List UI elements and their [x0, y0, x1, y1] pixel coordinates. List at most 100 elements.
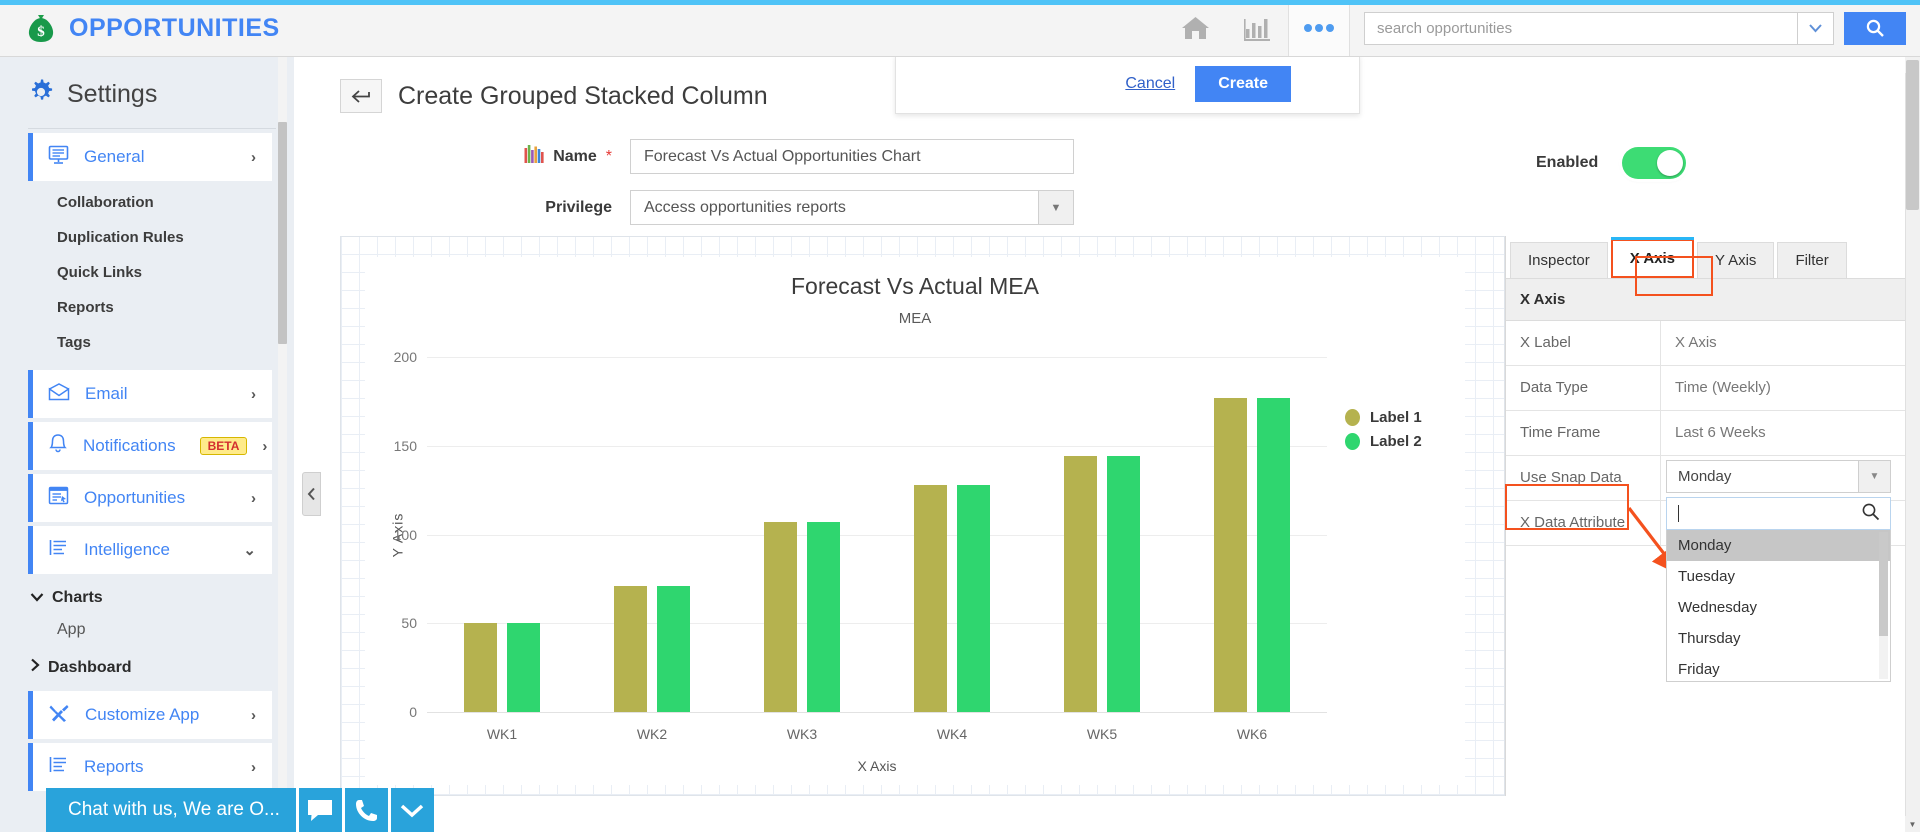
- dropdown-option-tuesday[interactable]: Tuesday: [1667, 561, 1890, 592]
- dropdown-scroll-thumb[interactable]: [1879, 532, 1888, 636]
- more-icon[interactable]: [1288, 0, 1350, 56]
- legend-swatch: [1345, 409, 1360, 426]
- sidebar-item-reports[interactable]: Reports: [0, 290, 294, 325]
- legend-item[interactable]: Label 2: [1345, 433, 1422, 450]
- sidebar-item-app[interactable]: App: [0, 613, 294, 647]
- chevron-right-icon: [30, 658, 40, 677]
- x-tick: WK4: [936, 726, 968, 742]
- sidebar-item-quick-links[interactable]: Quick Links: [0, 255, 294, 290]
- chat-message[interactable]: Chat with us, We are O...: [46, 788, 296, 832]
- sidebar-item-collaboration[interactable]: Collaboration: [0, 185, 294, 220]
- privilege-value: Access opportunities reports: [644, 198, 846, 216]
- dropdown-option-friday[interactable]: Friday: [1667, 654, 1890, 681]
- back-arrow-icon[interactable]: [340, 79, 382, 113]
- scroll-down-arrow[interactable]: ▼: [1905, 816, 1920, 832]
- row-value[interactable]: Time (Weekly): [1661, 366, 1905, 410]
- search-icon[interactable]: [1861, 502, 1880, 525]
- sidebar-item-opportunities[interactable]: Opportunities ›: [28, 474, 272, 522]
- gridline-baseline: [427, 712, 1327, 713]
- bar-wk5-series1[interactable]: [1064, 456, 1097, 712]
- dropdown-options-list[interactable]: Monday Tuesday Wednesday Thursday Friday…: [1666, 530, 1891, 682]
- chat-bubble-icon[interactable]: [295, 788, 342, 832]
- bar-wk4-series2[interactable]: [957, 484, 990, 712]
- row-value[interactable]: Last 6 Weeks: [1661, 411, 1905, 455]
- sidebar-item-duplication-rules[interactable]: Duplication Rules: [0, 220, 294, 255]
- legend-label: Label 2: [1370, 433, 1422, 450]
- bar-group: WK4: [877, 357, 1027, 742]
- bar-wk3-series2[interactable]: [807, 522, 840, 712]
- name-input-value: Forecast Vs Actual Opportunities Chart: [644, 147, 921, 165]
- bar-wk2-series1[interactable]: [614, 585, 647, 712]
- tab-filter[interactable]: Filter: [1777, 242, 1847, 278]
- row-key: Use Snap Data: [1506, 456, 1661, 500]
- bar-wk4-series1[interactable]: [914, 484, 947, 712]
- settings-header: Settings: [0, 57, 294, 128]
- dropdown-search-input[interactable]: [1666, 497, 1891, 530]
- sidebar-item-intelligence[interactable]: Intelligence ⌄: [28, 526, 272, 574]
- x-axis-label: X Axis: [857, 758, 897, 774]
- chevron-down-icon[interactable]: ▼: [1038, 191, 1073, 224]
- sidebar: Settings General › Collaboration Duplica…: [0, 57, 294, 832]
- sidebar-group-label: Dashboard: [48, 658, 132, 676]
- search-input[interactable]: search opportunities: [1364, 11, 1834, 45]
- panel-section-title: X Axis: [1506, 279, 1905, 321]
- legend-item[interactable]: Label 1: [1345, 409, 1422, 426]
- sidebar-item-label: General: [84, 147, 145, 166]
- gear-icon: [28, 79, 54, 110]
- sidebar-scroll-thumb[interactable]: [278, 122, 287, 344]
- bar-wk3-series1[interactable]: [764, 522, 797, 712]
- bar-wk2-series2[interactable]: [657, 585, 690, 712]
- chevron-right-icon: ›: [262, 437, 268, 455]
- sidebar-item-tags[interactable]: Tags: [0, 325, 294, 360]
- sidebar-group-dashboard[interactable]: Dashboard: [0, 647, 294, 683]
- tab-inspector[interactable]: Inspector: [1510, 242, 1608, 278]
- x-tick: WK5: [1086, 726, 1118, 742]
- create-button[interactable]: Create: [1195, 66, 1291, 102]
- dropdown-option-monday[interactable]: Monday: [1667, 530, 1890, 561]
- brand[interactable]: $ OPPORTUNITIES: [0, 11, 280, 45]
- tab-x-axis[interactable]: X Axis: [1610, 237, 1695, 278]
- window-scroll-thumb[interactable]: [1906, 60, 1919, 210]
- bar-wk5-series2[interactable]: [1107, 456, 1140, 712]
- bar-wk1-series2[interactable]: [507, 623, 540, 712]
- row-value[interactable]: X Axis: [1661, 321, 1905, 365]
- y-tick: 150: [393, 437, 417, 454]
- bar-group: WK5: [1027, 357, 1177, 742]
- tools-icon: [48, 703, 70, 728]
- bar-wk1-series1[interactable]: [464, 623, 497, 712]
- tab-y-axis[interactable]: Y Axis: [1697, 242, 1775, 278]
- properties-panel: Inspector X Axis Y Axis Filter X Axis X …: [1505, 236, 1905, 796]
- chart-subtitle: MEA: [898, 310, 932, 327]
- bar-chart-icon[interactable]: [1226, 0, 1288, 56]
- chart-plot-area: Y Axis 200 150 100 50 0 WK1 WK2 WK3 WK4 WK5 W…: [389, 349, 1327, 774]
- enabled-toggle[interactable]: [1622, 147, 1687, 179]
- phone-icon[interactable]: [341, 788, 388, 832]
- sidebar-item-reports-main[interactable]: Reports ›: [28, 743, 272, 791]
- sidebar-group-charts[interactable]: Charts: [0, 578, 294, 613]
- cancel-button[interactable]: Cancel: [1125, 75, 1175, 93]
- dropdown-option-wednesday[interactable]: Wednesday: [1667, 592, 1890, 623]
- row-key: X Label: [1506, 321, 1661, 365]
- sidebar-item-customize-app[interactable]: Customize App ›: [28, 691, 272, 739]
- chevron-down-icon[interactable]: [387, 788, 434, 832]
- search-button[interactable]: [1844, 11, 1906, 45]
- sidebar-item-notifications[interactable]: Notifications BETA ›: [28, 422, 272, 470]
- dropdown-selected[interactable]: Monday ▼: [1666, 460, 1891, 493]
- action-popover: Cancel Create: [895, 57, 1360, 114]
- dropdown-option-thursday[interactable]: Thursday: [1667, 623, 1890, 654]
- panel-row-time-frame: Time Frame Last 6 Weeks: [1506, 411, 1905, 456]
- sidebar-item-email[interactable]: Email ›: [28, 370, 272, 418]
- chevron-down-icon[interactable]: ▼: [1858, 461, 1890, 492]
- home-icon[interactable]: [1164, 0, 1226, 56]
- sidebar-collapse-handle[interactable]: [302, 472, 321, 516]
- privilege-select[interactable]: Access opportunities reports ▼: [630, 190, 1074, 225]
- chart-legend: Label 1 Label 2: [1345, 409, 1422, 450]
- svg-text:$: $: [37, 24, 45, 40]
- chevron-down-icon[interactable]: [1797, 12, 1833, 44]
- name-input[interactable]: Forecast Vs Actual Opportunities Chart: [630, 139, 1074, 174]
- sidebar-item-general[interactable]: General ›: [28, 133, 272, 181]
- x-tick: WK3: [786, 726, 818, 742]
- bar-wk6-series2[interactable]: [1257, 397, 1290, 712]
- row-value-editor[interactable]: Monday ▼ Monday Tuesday Wednesday Thursd…: [1661, 456, 1905, 682]
- bar-wk6-series1[interactable]: [1214, 397, 1247, 712]
